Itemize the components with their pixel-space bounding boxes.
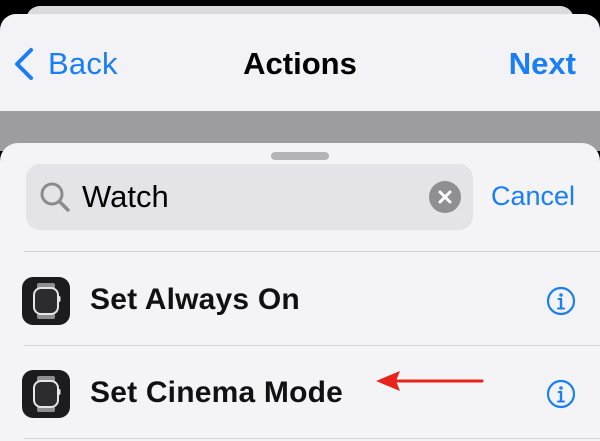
action-label: Set Always On (90, 283, 300, 316)
search-bar[interactable] (26, 164, 473, 230)
row-divider (24, 438, 600, 439)
action-row-set-always-on[interactable]: Set Always On (0, 253, 600, 346)
search-sheet: Cancel Set Always On (0, 143, 600, 441)
search-icon (40, 182, 70, 212)
actions-sheet: Back Actions Next (0, 14, 600, 111)
action-label: Set Cinema Mode (90, 376, 344, 409)
navigation-bar: Back Actions Next (0, 14, 600, 111)
search-input[interactable] (82, 176, 412, 218)
apple-watch-icon (22, 370, 70, 418)
info-icon[interactable] (546, 286, 576, 316)
red-arrow-annotation-icon (376, 371, 484, 391)
sheet-grabber-handle[interactable] (271, 152, 329, 160)
action-results-list: Set Always On Set Cinema Mode (0, 253, 600, 439)
clear-search-button[interactable] (429, 181, 461, 213)
screen: Back Actions Next Cancel (0, 0, 600, 441)
cancel-button[interactable]: Cancel (491, 181, 575, 212)
action-row-set-cinema-mode[interactable]: Set Cinema Mode (0, 346, 600, 439)
next-button[interactable]: Next (509, 46, 576, 82)
info-icon[interactable] (546, 379, 576, 409)
apple-watch-icon (22, 277, 70, 325)
clear-x-icon (438, 190, 452, 204)
divider (24, 251, 600, 252)
